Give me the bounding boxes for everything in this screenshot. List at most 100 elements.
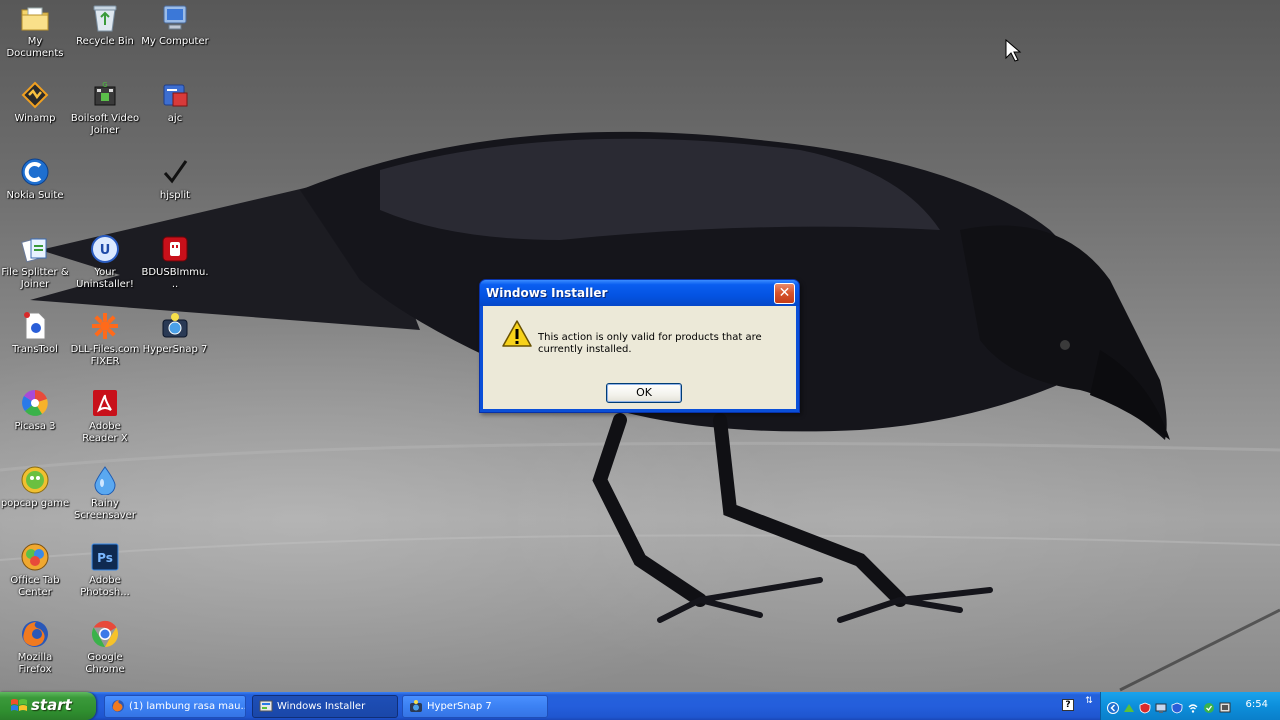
desktop-icon-label: Recycle Bin — [76, 36, 134, 47]
desktop-icon-office-tab-center[interactable]: Office Tab Center — [0, 541, 70, 599]
help-icon[interactable]: ? — [1062, 699, 1074, 711]
desktop-icon-label: hjsplit — [159, 190, 191, 201]
desktop-icon-recycle-bin[interactable]: Recycle Bin — [70, 2, 140, 48]
mouse-cursor-icon — [1005, 38, 1022, 62]
desktop-icon-label: Google Chrome — [85, 652, 125, 675]
hypersnap-icon — [410, 700, 422, 712]
desktop-icon-ajc[interactable]: ajc — [140, 79, 210, 125]
firefox-icon — [19, 618, 51, 650]
desktop-icon-label: Picasa 3 — [14, 421, 56, 432]
taskbar-item-hypersnap[interactable]: HyperSnap 7 — [402, 695, 548, 718]
tray-monitor-icon[interactable] — [1155, 699, 1167, 713]
taskbar-item-firefox[interactable]: (1) lambung rasa mau... — [104, 695, 246, 718]
desktop-icon-adobe-reader[interactable]: Adobe Reader X — [70, 387, 140, 445]
system-tray: 6:54 — [1100, 692, 1280, 720]
taskbar-item-label: Windows Installer — [277, 701, 366, 712]
adobe-reader-icon — [89, 387, 121, 419]
desktop-icon-label: Your Uninstaller! — [76, 267, 134, 290]
installer-icon — [259, 700, 273, 712]
video-joiner-icon: G — [89, 79, 121, 111]
taskbar-clock: 6:54 — [1245, 699, 1268, 710]
tray-display-icon[interactable] — [1219, 699, 1231, 713]
desktop-icon-label: Boilsoft Video Joiner — [70, 113, 140, 136]
recycle-bin-icon — [89, 2, 121, 34]
tray-antivirus-icon[interactable] — [1139, 699, 1151, 714]
hypersnap-icon — [159, 310, 191, 342]
desktop-icon-boilsoft-video-joiner[interactable]: G Boilsoft Video Joiner — [70, 79, 140, 137]
desktop-icon-label: Nokia Suite — [6, 190, 64, 201]
dialog-close-button[interactable]: ✕ — [774, 283, 795, 304]
dialog-titlebar[interactable]: Windows Installer ✕ — [480, 280, 799, 306]
firefox-icon — [112, 700, 124, 712]
start-button[interactable]: start — [0, 692, 96, 720]
taskbar-item-windows-installer[interactable]: Windows Installer — [252, 695, 398, 718]
desktop-icon-hjsplit[interactable]: hjsplit — [140, 156, 210, 202]
folder-documents-icon — [19, 2, 51, 34]
usb-immunizer-icon — [159, 233, 191, 265]
dialog-title: Windows Installer — [486, 286, 608, 300]
warning-icon — [502, 320, 532, 347]
desktop-icon-google-chrome[interactable]: Google Chrome — [70, 618, 140, 676]
ok-button[interactable]: OK — [606, 383, 682, 403]
tray-shield-icon[interactable] — [1171, 699, 1183, 714]
desktop-icon-my-computer[interactable]: My Computer — [140, 2, 210, 48]
office-tab-icon — [19, 541, 51, 573]
desktop-icon-label: Adobe Reader X — [82, 421, 128, 444]
desktop-icon-hypersnap[interactable]: HyperSnap 7 — [140, 310, 210, 356]
uninstaller-icon: U — [89, 233, 121, 265]
winamp-icon — [19, 79, 51, 111]
desktop-icon-nokia-suite[interactable]: Nokia Suite — [0, 156, 70, 202]
chrome-icon — [89, 618, 121, 650]
tray-update-icon[interactable] — [1203, 699, 1215, 713]
taskbar: start (1) lambung rasa mau... Windows In… — [0, 692, 1280, 720]
svg-text:Ps: Ps — [97, 551, 113, 565]
desktop-icon-label: Rainy Screensaver — [74, 498, 136, 521]
desktop-icon-label: Winamp — [14, 113, 56, 124]
dialog-message: This action is only valid for products t… — [538, 332, 762, 355]
taskbar-item-label: (1) lambung rasa mau... — [129, 701, 246, 712]
desktop-icon-bdusbimmunizer[interactable]: BDUSBImmu... — [140, 233, 210, 291]
desktop-icon-label: BDUSBImmu... — [141, 267, 209, 290]
desktop-icon-picasa[interactable]: Picasa 3 — [0, 387, 70, 433]
windows-flag-icon — [11, 699, 27, 711]
language-toggle-icon[interactable]: ⇅ — [1083, 697, 1095, 713]
desktop-icon-label: File Splitter & Joiner — [1, 267, 69, 290]
desktop-icon-label: DLL-Files.com FIXER — [70, 344, 140, 367]
tray-network-icon[interactable] — [1123, 699, 1135, 712]
desktop-icon-adobe-photoshop[interactable]: Ps Adobe Photosh... — [70, 541, 140, 599]
desktop-icon-label: My Computer — [141, 36, 209, 47]
desktop-icon-dll-files-fixer[interactable]: DLL-Files.com FIXER — [70, 310, 140, 368]
desktop-icon-file-splitter-joiner[interactable]: File Splitter & Joiner — [0, 233, 70, 291]
desktop-icon-label: HyperSnap 7 — [142, 344, 208, 355]
tray-wifi-icon[interactable] — [1187, 699, 1199, 713]
start-label: start — [31, 696, 72, 714]
raindrop-icon — [89, 464, 121, 496]
hjsplit-icon — [159, 156, 191, 188]
windows-installer-dialog: Windows Installer ✕ This action is only … — [479, 279, 800, 413]
nokia-suite-icon — [19, 156, 51, 188]
desktop-icon-label: popcap game — [0, 498, 70, 509]
desktop-icon-label: My Documents — [6, 36, 64, 59]
dialog-body: This action is only valid for products t… — [483, 306, 796, 409]
desktop-icon-popcap-game[interactable]: popcap game — [0, 464, 70, 510]
tray-collapse-chevron-icon[interactable] — [1107, 699, 1119, 714]
desktop-icon-mozilla-firefox[interactable]: Mozilla Firefox — [0, 618, 70, 676]
desktop-icon-transtool[interactable]: TransTool — [0, 310, 70, 356]
desktop-icon-my-documents[interactable]: My Documents — [0, 2, 70, 60]
file-splitter-icon — [19, 233, 51, 265]
desktop-icon-label: Adobe Photosh... — [80, 575, 130, 598]
desktop-icon-your-uninstaller[interactable]: U Your Uninstaller! — [70, 233, 140, 291]
desktop-icon-label: Office Tab Center — [10, 575, 60, 598]
desktop-icon-rainy-screensaver[interactable]: Rainy Screensaver — [70, 464, 140, 522]
desktop-icon-label: ajc — [167, 113, 183, 124]
popcap-icon — [19, 464, 51, 496]
transtool-icon — [19, 310, 51, 342]
taskbar-item-label: HyperSnap 7 — [427, 701, 492, 712]
desktop-icon-winamp[interactable]: Winamp — [0, 79, 70, 125]
computer-icon — [159, 2, 191, 34]
dll-fixer-icon — [89, 310, 121, 342]
svg-text:G: G — [102, 81, 107, 89]
photoshop-icon: Ps — [89, 541, 121, 573]
desktop-icon-label: Mozilla Firefox — [17, 652, 53, 675]
ajc-icon — [159, 79, 191, 111]
